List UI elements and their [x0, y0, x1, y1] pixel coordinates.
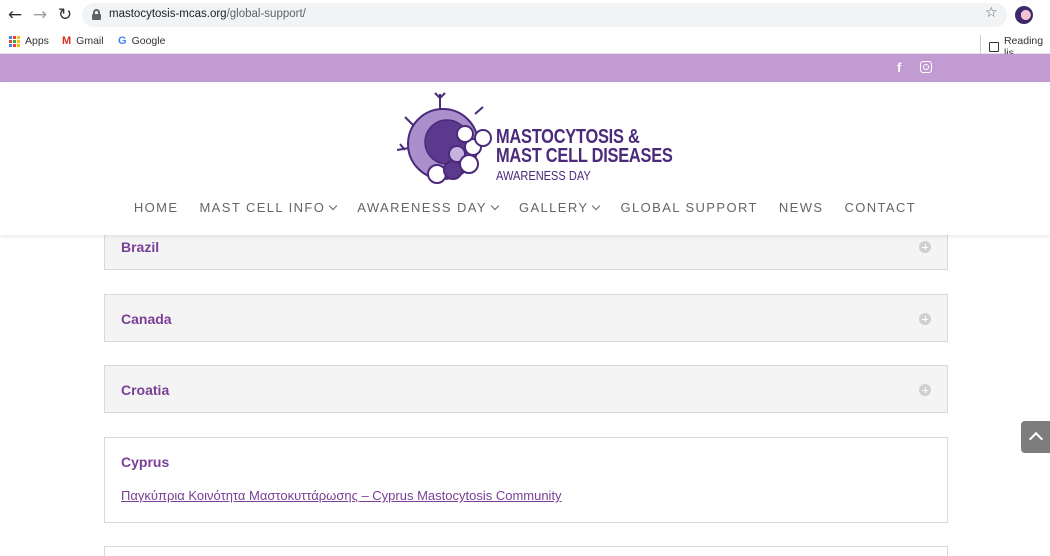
mast-cell-logo-icon[interactable] [395, 92, 495, 187]
lock-icon [92, 9, 101, 20]
accordion-title: Croatia [121, 382, 170, 398]
forward-icon[interactable]: → [30, 5, 50, 25]
chevron-down-icon [592, 201, 601, 210]
bookmark-label: Apps [25, 35, 49, 47]
accordion-croatia[interactable]: Croatia [104, 365, 948, 413]
bookmark-label: Gmail [76, 35, 104, 47]
chevron-down-icon [490, 201, 500, 210]
nav-home[interactable]: HOME [134, 200, 179, 215]
main-nav: HOME MAST CELL INFO AWARENESS DAY GALLER… [0, 200, 1050, 215]
expand-plus-icon[interactable] [919, 313, 931, 325]
gmail-icon: M [62, 35, 72, 47]
accordion-title: Brazil [121, 239, 160, 255]
bookmark-star-icon[interactable]: ☆ [985, 5, 998, 21]
profile-avatar[interactable] [1015, 6, 1033, 24]
nav-news[interactable]: NEWS [779, 200, 824, 215]
expand-plus-icon[interactable] [919, 384, 931, 396]
bookmark-apps[interactable]: Apps [9, 35, 49, 47]
nav-contact[interactable]: CONTACT [844, 200, 916, 215]
accordion-title: Canada [121, 311, 172, 327]
apps-grid-icon [9, 35, 20, 47]
accordion-cyprus[interactable]: Cyprus Παγκύπρια Κοινότητα Μαστοκυττάρωσ… [104, 437, 948, 523]
bookmark-google[interactable]: G Google [118, 35, 165, 47]
facebook-icon[interactable]: f [897, 60, 901, 75]
cyprus-community-link[interactable]: Παγκύπρια Κοινότητα Μαστοκυττάρωσης – Cy… [121, 488, 562, 503]
instagram-icon[interactable] [920, 61, 932, 73]
chevron-up-icon [1028, 431, 1044, 447]
url-text: mastocytosis-mcas.org/global-support/ [109, 8, 306, 20]
nav-label: NEWS [778, 200, 824, 215]
logo-line-2: MAST CELL DISEASES [496, 145, 673, 167]
scroll-to-top-button[interactable] [1021, 421, 1050, 453]
nav-label: HOME [133, 200, 179, 215]
google-icon: G [118, 35, 127, 47]
nav-label: MAST CELL INFO [199, 200, 326, 215]
bookmarks-bar: Apps M Gmail G Google Reading lis [0, 30, 1050, 59]
nav-awareness-day[interactable]: AWARENESS DAY [357, 200, 500, 215]
logo-wordmark[interactable]: MASTOCYTOSIS & MAST CELL DISEASES AWAREN… [496, 127, 711, 183]
logo-line-3: AWARENESS DAY [496, 168, 591, 183]
nav-gallery[interactable]: GALLERY [518, 200, 601, 215]
nav-global-support[interactable]: GLOBAL SUPPORT [620, 200, 757, 215]
browser-toolbar: ← → ↻ mastocytosis-mcas.org/global-suppo… [0, 0, 1050, 30]
back-icon[interactable]: ← [5, 5, 25, 25]
bookmark-label: Google [131, 35, 166, 47]
nav-label: CONTACT [844, 200, 917, 215]
nav-mast-cell-info[interactable]: MAST CELL INFO [199, 200, 338, 215]
address-bar[interactable]: mastocytosis-mcas.org/global-support/ [82, 3, 1007, 27]
bookmark-gmail[interactable]: M Gmail [62, 35, 104, 47]
accordion-title: Cyprus [121, 454, 170, 470]
nav-label: AWARENESS DAY [357, 200, 487, 215]
site-header: MASTOCYTOSIS & MAST CELL DISEASES AWAREN… [0, 82, 1050, 235]
chevron-down-icon [329, 201, 338, 210]
social-topbar: f [0, 54, 1050, 82]
expand-plus-icon[interactable] [919, 241, 931, 253]
reading-list-icon [989, 42, 999, 52]
nav-label: GLOBAL SUPPORT [620, 200, 758, 215]
nav-label: GALLERY [518, 200, 589, 215]
accordion-canada[interactable]: Canada [104, 294, 948, 342]
reload-icon[interactable]: ↻ [55, 5, 75, 25]
